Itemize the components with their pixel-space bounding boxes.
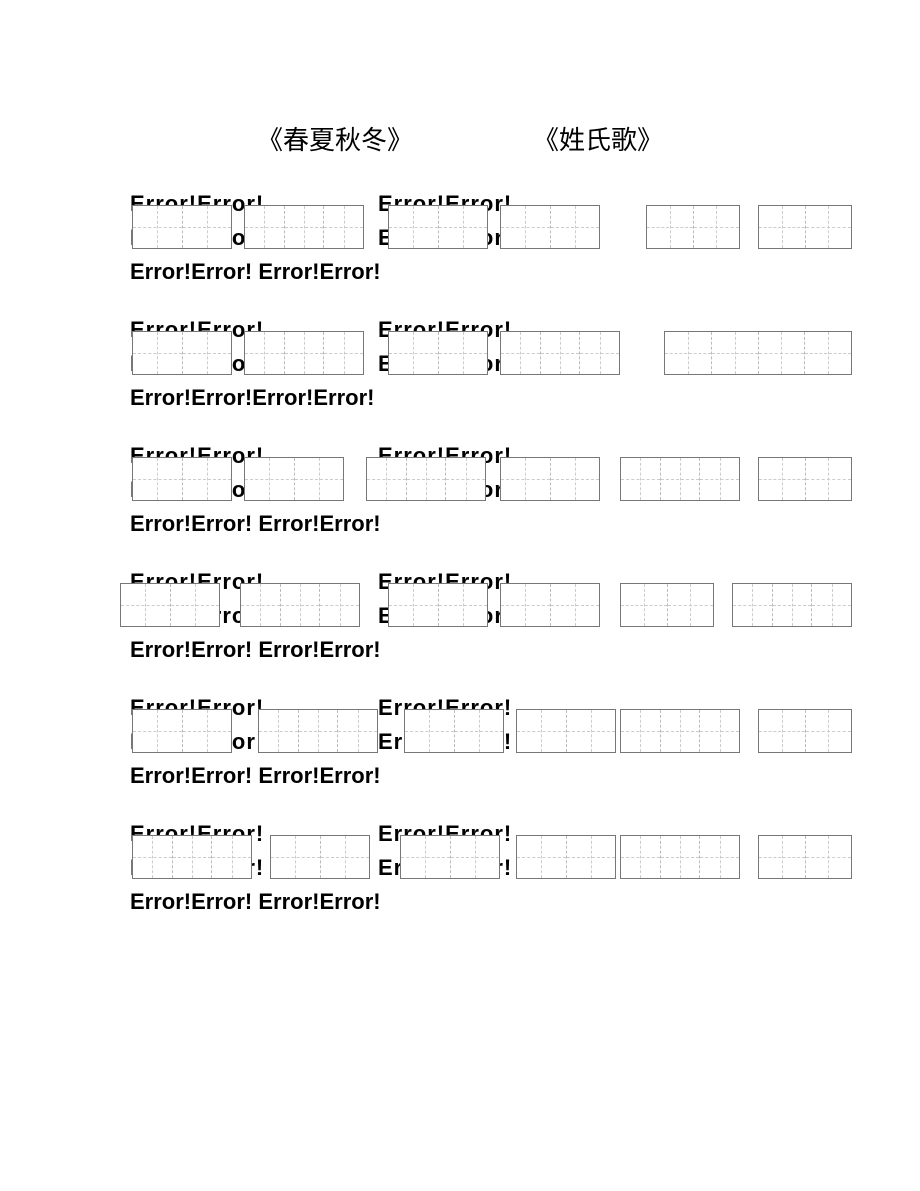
section: Error!Error!Error!Error!Error!Error!Erro… [40,817,880,915]
practice-grid-cell [621,458,661,500]
error-text: Error!Error! [130,221,350,255]
page: 《春夏秋冬》 《姓氏歌》 Error!Error!Error!Error!Err… [0,0,920,983]
error-text: Error!Error! [378,347,598,381]
error-column-left: Error!Error!Error!Error! [130,691,350,759]
error-column-right: Error!Error!Error!Error! [378,565,598,633]
practice-grid-cell [806,836,852,878]
error-text: Error!Error! [130,725,350,759]
error-text-bottom: Error!Error! Error!Error! [130,759,880,789]
practice-grid-cell [694,206,740,248]
practice-grid-cell [806,710,852,752]
practice-grid-cell [700,710,739,752]
right-practice-boxes [620,457,852,501]
error-column-right: Error!Error!Error!Error! [378,439,598,507]
practice-grid-cell [759,836,806,878]
practice-grid-box [620,457,740,501]
practice-grid-box [758,835,852,879]
practice-grid-cell [806,206,852,248]
error-text: Error!Error! [378,313,598,347]
right-practice-boxes [664,331,852,375]
practice-grid-cell [647,206,694,248]
error-text: Error!Error! [378,473,598,507]
error-text: Error!Error! [130,439,350,473]
title-row: 《春夏秋冬》 《姓氏歌》 [40,120,880,157]
practice-grid-cell [621,710,661,752]
error-text: Error!Error! [378,187,598,221]
error-text: Error!Error! [130,313,350,347]
practice-grid-cell [661,458,701,500]
error-text: Error!Error! [130,599,350,633]
title-right: 《姓氏歌》 [533,120,663,157]
section: Error!Error!Error!Error!Error!Error!Erro… [40,565,880,663]
error-text: Error!Error! [130,817,350,851]
practice-grid-cell [665,332,712,374]
error-text: Error!Error! [378,851,598,885]
practice-grid-box [758,709,852,753]
error-text: Error!Error! [378,565,598,599]
error-column-right: Error!Error!Error!Error! [378,313,598,381]
error-text: Error!Error! [378,439,598,473]
error-text: Error!Error! [130,347,350,381]
practice-grid-cell [806,458,852,500]
practice-grid-cell [759,206,806,248]
error-text: Error!Error! [378,725,598,759]
practice-grid-cell [621,836,661,878]
practice-grid-box [620,583,714,627]
sections-container: Error!Error!Error!Error!Error!Error!Erro… [40,187,880,915]
practice-grid-cell [759,332,806,374]
error-column-right: Error!Error!Error!Error! [378,691,598,759]
practice-grid-cell [759,710,806,752]
error-text: Error!Error! [130,691,350,725]
error-column-left: Error!Error!Error!Error! [130,313,350,381]
error-text-bottom: Error!Error! Error!Error! [130,507,880,537]
error-text-bottom: Error!Error! Error!Error! [130,633,880,663]
practice-grid-cell [805,332,851,374]
error-text-bottom: Error!Error! Error!Error! [130,885,880,915]
section: Error!Error!Error!Error!Error!Error!Erro… [40,691,880,789]
error-column-left: Error!Error!Error!Error! [130,817,350,885]
title-left: 《春夏秋冬》 [257,120,413,157]
error-text: Error!Error! [378,817,598,851]
section: Error!Error!Error!Error!Error!Error!Erro… [40,439,880,537]
practice-grid-box [620,709,740,753]
right-practice-boxes [620,835,852,879]
practice-grid-cell [668,584,714,626]
error-column-right: Error!Error!Error!Error! [378,817,598,885]
practice-grid-box [664,331,852,375]
practice-grid-cell [773,584,813,626]
right-practice-boxes [620,583,852,627]
error-text: Error!Error! [130,187,350,221]
practice-grid-cell [661,710,701,752]
error-text: Error!Error! [378,691,598,725]
right-practice-boxes [620,709,852,753]
practice-grid-cell [812,584,851,626]
practice-grid-cell [733,584,773,626]
error-column-right: Error!Error!Error!Error! [378,187,598,255]
practice-grid-cell [661,836,701,878]
error-text: Error!Error! [378,221,598,255]
practice-grid-box [646,205,740,249]
section: Error!Error!Error!Error!Error!Error!Erro… [40,187,880,285]
right-practice-boxes [646,205,852,249]
error-text: Error!Error! [130,565,350,599]
error-text: Error!Error! [130,473,350,507]
practice-grid-cell [759,458,806,500]
error-text: Error!Error! [378,599,598,633]
error-text: Error!Error! [130,851,350,885]
error-column-left: Error!Error!Error!Error! [130,187,350,255]
practice-grid-cell [700,836,739,878]
error-text-bottom: Error!Error! Error!Error! [130,255,880,285]
practice-grid-cell [712,332,759,374]
section: Error!Error!Error!Error!Error!Error!Erro… [40,313,880,411]
error-text-bottom: Error!Error!Error!Error! [130,381,880,411]
practice-grid-box [732,583,852,627]
practice-grid-box [758,457,852,501]
error-column-left: Error!Error!Error!Error! [130,565,350,633]
error-column-left: Error!Error!Error!Error! [130,439,350,507]
practice-grid-cell [700,458,739,500]
practice-grid-box [620,835,740,879]
practice-grid-cell [621,584,668,626]
practice-grid-box [758,205,852,249]
